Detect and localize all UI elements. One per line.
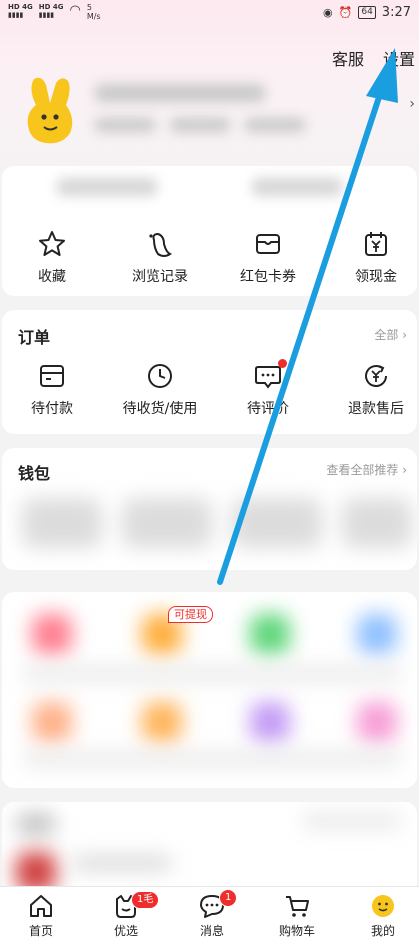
pending-payment-button[interactable]: 待付款	[2, 362, 102, 418]
sim2-indicator: HD 4G ▮▮▮▮	[38, 3, 64, 19]
orders-all-link[interactable]: 全部 ›	[374, 326, 407, 343]
history-button[interactable]: 浏览记录	[110, 230, 210, 286]
tab-messages-badge: 1	[219, 889, 238, 907]
header-actions: 客服 设置	[0, 46, 419, 70]
home-icon	[30, 895, 52, 917]
tab-messages[interactable]: 1 消息	[177, 889, 247, 939]
wallet-card-icon	[256, 234, 280, 254]
wallet-item-blurred[interactable]	[232, 498, 322, 548]
wallet-item-blurred[interactable]	[342, 498, 412, 548]
cart-icon	[286, 896, 309, 917]
tab-youxuan[interactable]: 1毛 优选	[91, 891, 161, 939]
footprint-icon	[149, 232, 172, 257]
services-card: 可提现	[2, 592, 417, 788]
wallet-item-blurred[interactable]	[22, 498, 102, 548]
favorites-label: 收藏	[38, 269, 66, 285]
orders-card: 订单 全部 › 待付款 待收货/使用 待评价 退款售后	[2, 310, 417, 434]
status-bar: HD 4G ▮▮▮▮ HD 4G ▮▮▮▮ ◠ 5 M/s ◉ ⏰ 64 3:27	[0, 0, 419, 28]
tab-home-label: 首页	[28, 924, 53, 938]
status-time: 3:27	[381, 5, 411, 20]
get-cash-button[interactable]: 领现金	[326, 230, 419, 286]
tab-messages-label: 消息	[199, 924, 224, 938]
quick-links-card: 收藏 浏览记录 红包卡券 领现金	[2, 166, 417, 296]
tab-home[interactable]: 首页	[6, 893, 76, 939]
coupons-label: 红包卡券	[240, 269, 296, 285]
wallet-card: 钱包 查看全部推荐 ›	[2, 448, 417, 570]
profile-info-blurred[interactable]	[95, 80, 400, 142]
get-cash-label: 领现金	[355, 269, 397, 285]
star-icon	[39, 231, 65, 256]
tab-mine-label: 我的	[370, 924, 395, 938]
tab-mine[interactable]: 我的	[348, 893, 418, 939]
refund-label: 退款售后	[348, 401, 404, 417]
settings-link[interactable]: 设置	[383, 46, 415, 70]
pending-review-label: 待评价	[247, 401, 289, 417]
wallet-title: 钱包	[18, 464, 51, 483]
profile-chevron-icon[interactable]: ›	[409, 96, 415, 112]
bottom-tab-bar: 首页 1毛 优选 1 消息 购物车 我的	[0, 886, 419, 947]
tab-cart[interactable]: 购物车	[262, 893, 332, 939]
coupons-button[interactable]: 红包卡券	[218, 230, 318, 286]
favorites-button[interactable]: 收藏	[2, 230, 102, 286]
review-notification-dot	[278, 359, 287, 368]
tab-cart-label: 购物车	[278, 924, 315, 938]
pending-review-button[interactable]: 待评价	[218, 359, 318, 418]
tab-youxuan-badge: 1毛	[131, 891, 160, 909]
yen-calendar-icon	[365, 232, 387, 256]
pending-receipt-label: 待收货/使用	[122, 401, 198, 417]
battery-indicator: 64	[358, 6, 376, 19]
wallet-more-link[interactable]: 查看全部推荐 ›	[326, 461, 407, 478]
history-label: 浏览记录	[132, 269, 188, 285]
avatar[interactable]	[20, 75, 82, 147]
wifi-icon: ◠	[69, 3, 81, 18]
pending-receipt-button[interactable]: 待收货/使用	[110, 362, 210, 418]
orders-title: 订单	[18, 328, 51, 347]
card-icon	[40, 365, 64, 387]
pending-payment-label: 待付款	[31, 401, 73, 417]
sim1-indicator: HD 4G ▮▮▮▮	[8, 3, 33, 19]
refund-button[interactable]: 退款售后	[326, 362, 419, 418]
profile-face-icon	[372, 895, 394, 917]
withdraw-badge: 可提现	[168, 606, 213, 623]
comment-icon	[255, 366, 281, 389]
wallet-item-blurred[interactable]	[122, 498, 212, 548]
net-speed: 5 M/s	[86, 3, 101, 21]
tab-youxuan-label: 优选	[113, 924, 138, 938]
clock-icon	[148, 364, 172, 388]
customer-service-link[interactable]: 客服	[332, 46, 364, 70]
alarm-icon: ⏰	[338, 6, 353, 19]
refund-icon	[365, 365, 387, 387]
eye-icon: ◉	[323, 6, 333, 19]
